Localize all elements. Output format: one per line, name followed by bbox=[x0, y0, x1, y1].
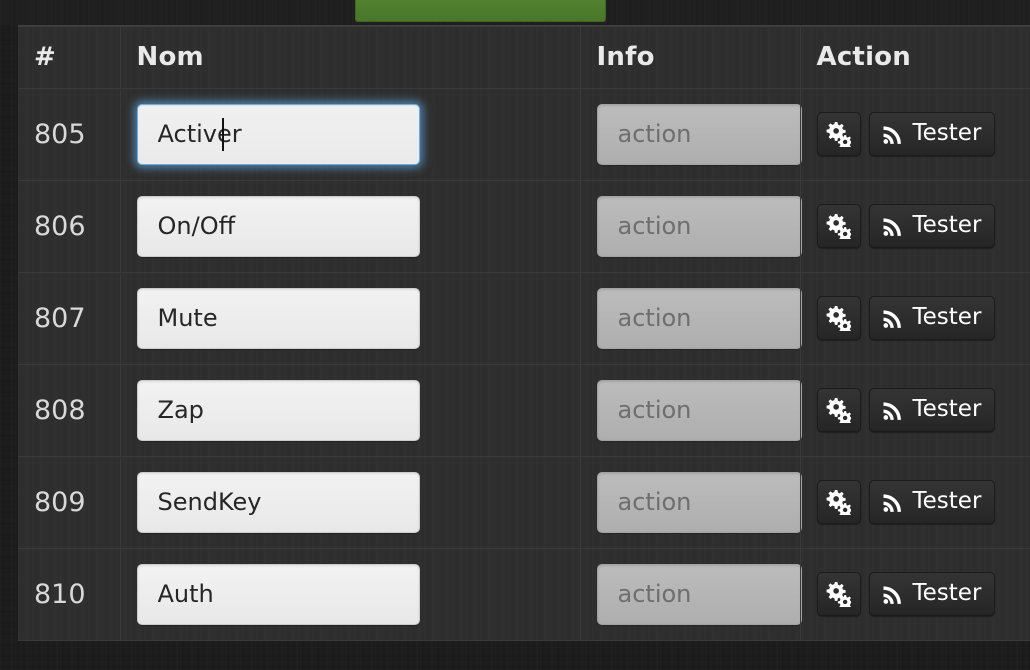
cell-info bbox=[580, 88, 802, 181]
cogs-icon bbox=[826, 397, 851, 423]
tester-button[interactable]: Tester bbox=[868, 296, 996, 340]
info-input[interactable] bbox=[596, 287, 802, 349]
cogs-icon bbox=[826, 213, 851, 239]
info-input[interactable] bbox=[596, 379, 802, 441]
cell-id: 807 bbox=[18, 272, 121, 365]
tester-button-label: Tester bbox=[912, 579, 982, 606]
rss-icon bbox=[881, 123, 904, 146]
table-body: 805 Tester 806 Tester 807 Tester 808 Tester 809 T… bbox=[18, 88, 1030, 641]
tester-button-label: Tester bbox=[912, 303, 982, 330]
name-input[interactable] bbox=[136, 287, 420, 349]
cell-nom bbox=[120, 180, 581, 273]
cell-id: 809 bbox=[18, 456, 121, 549]
tester-button-label: Tester bbox=[912, 487, 982, 514]
name-input[interactable] bbox=[136, 195, 420, 257]
table-row: 806 Tester bbox=[18, 180, 1030, 273]
configure-button[interactable] bbox=[816, 112, 861, 156]
configure-button[interactable] bbox=[816, 296, 861, 340]
cell-nom bbox=[120, 548, 581, 641]
tester-button-label: Tester bbox=[912, 119, 982, 146]
table-header-row: # Nom Info Action bbox=[18, 25, 1030, 89]
cell-nom bbox=[120, 88, 581, 181]
rss-icon bbox=[881, 583, 904, 606]
row-id-value: 806 bbox=[34, 210, 86, 242]
cell-action: Tester bbox=[800, 272, 1030, 365]
cell-id: 806 bbox=[18, 180, 121, 273]
row-id-value: 810 bbox=[34, 578, 86, 610]
commands-table-wrapper: # Nom Info Action 805 Tester 806 Tester 807 T… bbox=[18, 25, 1030, 641]
row-id-value: 809 bbox=[34, 486, 86, 518]
table-header: # Nom Info Action bbox=[18, 25, 1030, 89]
configure-button[interactable] bbox=[816, 388, 861, 432]
info-input[interactable] bbox=[596, 471, 802, 533]
commands-table: # Nom Info Action 805 Tester 806 Tester 807 T… bbox=[18, 25, 1030, 641]
rss-icon bbox=[881, 307, 904, 330]
rss-icon bbox=[881, 399, 904, 422]
cell-info bbox=[580, 364, 802, 457]
tester-button[interactable]: Tester bbox=[868, 388, 996, 432]
info-input[interactable] bbox=[596, 195, 802, 257]
row-id-value: 808 bbox=[34, 394, 86, 426]
cell-id: 808 bbox=[18, 364, 121, 457]
cell-info bbox=[580, 180, 802, 273]
cell-info bbox=[580, 272, 802, 365]
cell-action: Tester bbox=[800, 548, 1030, 641]
green-tab-button[interactable] bbox=[355, 0, 606, 22]
cell-nom bbox=[120, 456, 581, 549]
cell-action: Tester bbox=[800, 88, 1030, 181]
column-header-action: Action bbox=[800, 25, 1030, 89]
name-input[interactable] bbox=[136, 563, 420, 625]
cogs-icon bbox=[826, 305, 851, 331]
name-input[interactable] bbox=[136, 471, 420, 533]
tester-button[interactable]: Tester bbox=[868, 572, 996, 616]
table-row: 808 Tester bbox=[18, 364, 1030, 457]
cell-info bbox=[580, 548, 802, 641]
tester-button[interactable]: Tester bbox=[868, 204, 996, 248]
cell-id: 810 bbox=[18, 548, 121, 641]
column-header-id: # bbox=[18, 25, 121, 89]
text-caret bbox=[221, 117, 224, 151]
table-row: 810 Tester bbox=[18, 548, 1030, 641]
configure-button[interactable] bbox=[816, 204, 861, 248]
cell-action: Tester bbox=[800, 180, 1030, 273]
column-header-nom: Nom bbox=[120, 25, 581, 89]
cogs-icon bbox=[826, 489, 851, 515]
tester-button-label: Tester bbox=[912, 395, 982, 422]
row-id-value: 805 bbox=[34, 118, 86, 150]
tester-button-label: Tester bbox=[912, 211, 982, 238]
tester-button[interactable]: Tester bbox=[868, 480, 996, 524]
table-row: 807 Tester bbox=[18, 272, 1030, 365]
cell-action: Tester bbox=[800, 456, 1030, 549]
table-row: 809 Tester bbox=[18, 456, 1030, 549]
name-input[interactable] bbox=[136, 379, 420, 441]
column-header-info: Info bbox=[580, 25, 801, 89]
info-input[interactable] bbox=[596, 563, 802, 625]
cell-info bbox=[580, 456, 802, 549]
cell-action: Tester bbox=[800, 364, 1030, 457]
cell-id: 805 bbox=[18, 88, 121, 181]
name-input[interactable] bbox=[136, 103, 420, 165]
configure-button[interactable] bbox=[816, 480, 861, 524]
table-row: 805 Tester bbox=[18, 88, 1030, 181]
cell-nom bbox=[120, 364, 581, 457]
tester-button[interactable]: Tester bbox=[868, 112, 996, 156]
rss-icon bbox=[881, 491, 904, 514]
row-id-value: 807 bbox=[34, 302, 86, 334]
info-input[interactable] bbox=[596, 103, 802, 165]
cogs-icon bbox=[826, 581, 851, 607]
configure-button[interactable] bbox=[816, 572, 861, 616]
cell-nom bbox=[120, 272, 581, 365]
rss-icon bbox=[881, 215, 904, 238]
cogs-icon bbox=[826, 121, 851, 147]
